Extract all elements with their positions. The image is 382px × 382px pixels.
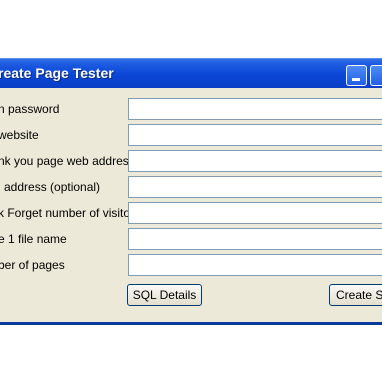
maximize-button[interactable] <box>370 65 382 86</box>
create-button[interactable]: Create Sc <box>329 284 382 306</box>
admin-password-label: n password <box>0 102 60 116</box>
tester-form: n password website nk you page web addre… <box>0 88 382 319</box>
window-title: reate Page Tester <box>0 65 114 81</box>
visitors-field[interactable] <box>128 202 382 224</box>
thank-you-page-field[interactable] <box>128 150 382 172</box>
form-row: l address (optional) <box>0 176 382 198</box>
title-bar[interactable]: reate Page Tester <box>0 58 382 88</box>
file-name-label: e 1 file name <box>0 232 67 246</box>
email-address-label: l address (optional) <box>0 180 101 194</box>
visitors-label: k Forget number of visitors <box>0 206 141 220</box>
admin-password-field[interactable] <box>128 98 382 120</box>
website-label: website <box>0 128 39 142</box>
number-of-pages-label: ber of pages <box>0 258 65 272</box>
form-row: ber of pages <box>0 254 382 276</box>
form-row: n password <box>0 98 382 120</box>
minimize-icon <box>352 78 360 81</box>
email-address-field[interactable] <box>128 176 382 198</box>
form-row: k Forget number of visitors <box>0 202 382 224</box>
thank-you-page-label: nk you page web address <box>0 154 135 168</box>
minimize-button[interactable] <box>346 65 367 86</box>
sql-details-button[interactable]: SQL Details <box>127 284 202 306</box>
form-row: e 1 file name <box>0 228 382 250</box>
number-of-pages-field[interactable] <box>128 254 382 276</box>
create-page-tester-window: reate Page Tester n password website nk … <box>0 58 382 325</box>
file-name-field[interactable] <box>128 228 382 250</box>
website-field[interactable] <box>128 124 382 146</box>
form-row: nk you page web address <box>0 150 382 172</box>
form-row: website <box>0 124 382 146</box>
